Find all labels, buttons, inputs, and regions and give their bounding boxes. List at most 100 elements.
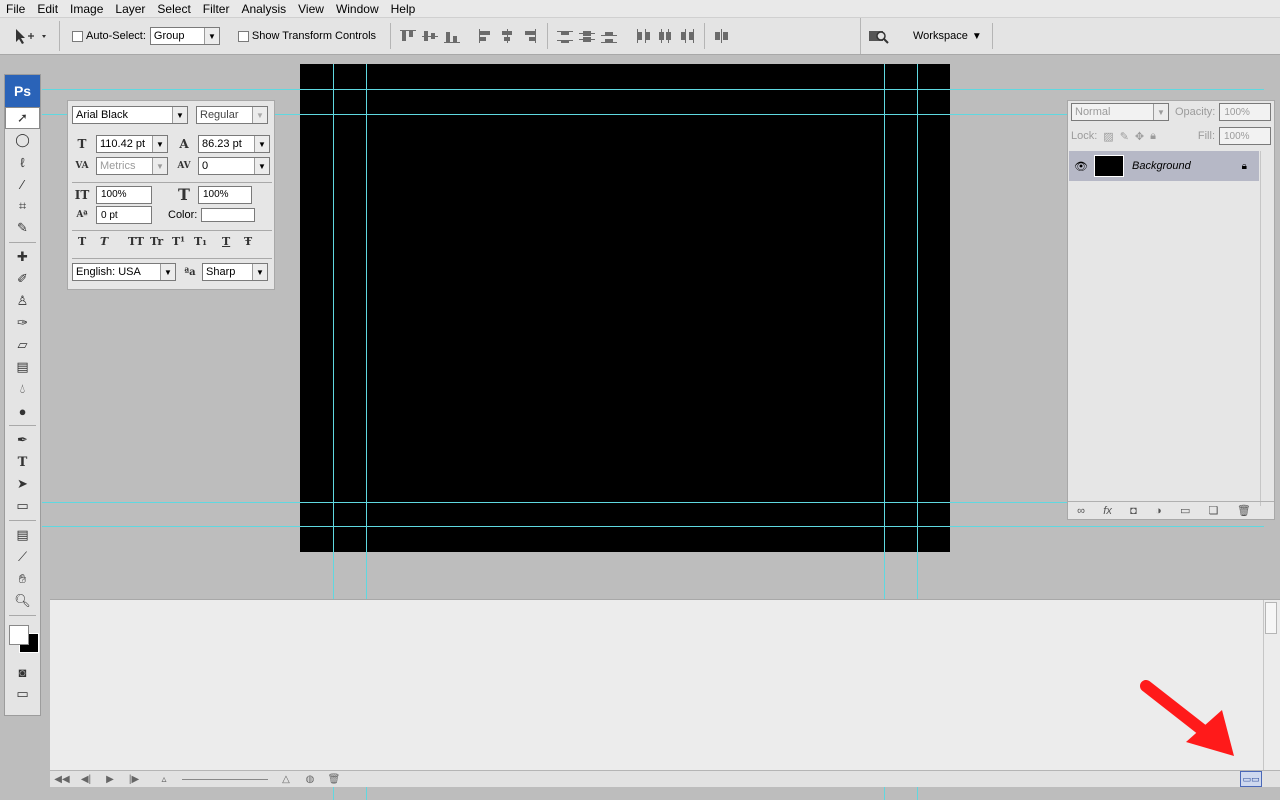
animation-scrollbar[interactable] <box>1263 600 1278 772</box>
tool-preset-picker[interactable] <box>8 21 60 51</box>
hand-tool[interactable]: ✋︎ <box>5 568 40 590</box>
brush-tool[interactable]: ✐ <box>5 268 40 290</box>
zoom-slider[interactable] <box>182 778 268 780</box>
lasso-tool[interactable]: ℓ <box>5 151 40 173</box>
marquee-tool[interactable]: ◯ <box>5 129 40 151</box>
trash-icon[interactable]: 🗑︎ <box>1237 504 1251 517</box>
lock-position-icon[interactable]: ✥ <box>1135 130 1144 143</box>
healing-brush-tool[interactable]: ✚ <box>5 246 40 268</box>
font-family-dropdown[interactable]: Arial Black ▼ <box>72 106 188 124</box>
history-brush-tool[interactable]: ✑ <box>5 312 40 334</box>
menu-view[interactable]: View <box>292 0 330 18</box>
menu-layer[interactable]: Layer <box>109 0 151 18</box>
magic-wand-tool[interactable]: ⁄ <box>5 173 40 195</box>
language-dropdown[interactable]: English: USA ▼ <box>72 263 176 281</box>
align-left-icon[interactable] <box>477 28 495 44</box>
lock-transparent-icon[interactable]: ▨ <box>1103 130 1113 143</box>
first-frame-icon[interactable]: ◀◀ <box>50 774 74 785</box>
next-frame-icon[interactable]: |▶ <box>122 774 146 785</box>
scrollbar-thumb[interactable] <box>1265 602 1277 634</box>
underline-button[interactable]: T <box>222 235 244 248</box>
text-color-swatch[interactable] <box>201 208 256 222</box>
document-canvas[interactable] <box>300 64 950 552</box>
quick-mask-button[interactable]: ◙ <box>5 661 40 683</box>
antialias-dropdown[interactable]: Sharp ▼ <box>202 263 268 281</box>
eye-icon[interactable]: 👁︎ <box>1074 160 1088 173</box>
foreground-color-swatch[interactable] <box>9 625 29 645</box>
fill-field[interactable]: 100% <box>1219 127 1271 145</box>
tracking-field[interactable]: 0 ▼ <box>198 157 270 175</box>
timeline-scrollbar[interactable] <box>370 773 1220 785</box>
shape-tool[interactable]: ▭ <box>5 495 40 517</box>
horizontal-scale-field[interactable]: 100% <box>198 185 252 204</box>
crop-tool[interactable]: ⌗ <box>5 195 40 217</box>
distribute-right-icon[interactable] <box>678 28 696 44</box>
distribute-vcenter-icon[interactable] <box>578 28 596 44</box>
zoom-in-icon[interactable]: △ <box>274 774 298 785</box>
strikethrough-button[interactable]: Ŧ <box>244 235 264 248</box>
add-mask-icon[interactable]: ◘ <box>1130 505 1137 517</box>
menu-help[interactable]: Help <box>385 0 422 18</box>
delete-icon[interactable]: 🗑︎ <box>322 774 346 785</box>
dodge-tool[interactable]: ● <box>5 400 40 422</box>
font-size-field[interactable]: 110.42 pt ▼ <box>96 135 168 153</box>
auto-align-icon[interactable] <box>713 28 731 44</box>
blend-mode-dropdown[interactable]: Normal ▼ <box>1071 103 1169 121</box>
menu-image[interactable]: Image <box>64 0 109 18</box>
distribute-bottom-icon[interactable] <box>600 28 618 44</box>
convert-to-frame-animation-button[interactable]: ▭▭ <box>1240 771 1262 787</box>
eraser-tool[interactable]: ▱ <box>5 334 40 356</box>
distribute-left-icon[interactable] <box>634 28 652 44</box>
subscript-button[interactable]: T₁ <box>194 235 222 248</box>
zoom-tool[interactable]: 🔍︎ <box>5 590 40 612</box>
previous-frame-icon[interactable]: ◀| <box>74 774 98 785</box>
menu-analysis[interactable]: Analysis <box>235 0 292 18</box>
move-tool[interactable]: ➚ <box>5 107 40 129</box>
guide-horizontal[interactable] <box>42 526 1264 527</box>
screen-mode-button[interactable]: ▭ <box>5 683 40 705</box>
align-vcenter-icon[interactable] <box>421 28 439 44</box>
distribute-hcenter-icon[interactable] <box>656 28 674 44</box>
notes-tool[interactable]: ▤ <box>5 524 40 546</box>
baseline-shift-field[interactable]: 0 pt <box>96 206 152 224</box>
menu-file[interactable]: File <box>0 0 31 18</box>
menu-edit[interactable]: Edit <box>31 0 64 18</box>
lock-all-icon[interactable]: 🔒︎ <box>1150 130 1156 143</box>
type-tool[interactable]: T <box>5 451 40 473</box>
play-icon[interactable]: ▶ <box>98 774 122 785</box>
zoom-out-icon[interactable]: ▵ <box>152 774 176 785</box>
align-hcenter-icon[interactable] <box>499 28 517 44</box>
font-style-dropdown[interactable]: Regular ▼ <box>196 106 268 124</box>
menu-filter[interactable]: Filter <box>197 0 236 18</box>
onion-skin-icon[interactable]: ◍ <box>298 774 322 785</box>
distribute-top-icon[interactable] <box>556 28 574 44</box>
faux-bold-button[interactable]: T <box>78 235 100 248</box>
superscript-button[interactable]: T¹ <box>172 235 194 248</box>
vertical-scale-field[interactable]: 100% <box>96 185 152 204</box>
leading-field[interactable]: 86.23 pt ▼ <box>198 135 270 153</box>
faux-italic-button[interactable]: T <box>100 235 128 248</box>
fx-icon[interactable]: fx <box>1103 505 1112 517</box>
link-layers-icon[interactable]: ∞ <box>1077 505 1085 517</box>
layer-row[interactable]: 👁︎ Background 🔒︎ <box>1069 151 1259 181</box>
align-top-icon[interactable] <box>399 28 417 44</box>
show-transform-box[interactable] <box>237 30 249 42</box>
gradient-tool[interactable]: ▤ <box>5 356 40 378</box>
workspace-menu[interactable]: Workspace ▼ <box>897 23 993 49</box>
kerning-field[interactable]: Metrics ▼ <box>96 157 168 175</box>
auto-select-dropdown[interactable]: Group ▼ <box>149 27 220 45</box>
adjustment-layer-icon[interactable]: ◑ <box>1155 505 1162 517</box>
opacity-field[interactable]: 100% <box>1219 103 1272 121</box>
eyedropper-tool[interactable]: ⟋ <box>5 546 40 568</box>
pen-tool[interactable]: ✒ <box>5 429 40 451</box>
new-group-icon[interactable]: ▭ <box>1180 504 1190 517</box>
ps-logo[interactable]: Ps <box>5 75 40 107</box>
bridge-icon[interactable] <box>867 27 889 45</box>
small-caps-button[interactable]: Tr <box>150 235 172 248</box>
menu-window[interactable]: Window <box>330 0 385 18</box>
show-transform-checkbox[interactable]: Show Transform Controls <box>237 30 376 42</box>
all-caps-button[interactable]: TT <box>128 235 150 248</box>
path-selection-tool[interactable]: ➤ <box>5 473 40 495</box>
align-right-icon[interactable] <box>521 28 539 44</box>
menu-select[interactable]: Select <box>151 0 196 18</box>
